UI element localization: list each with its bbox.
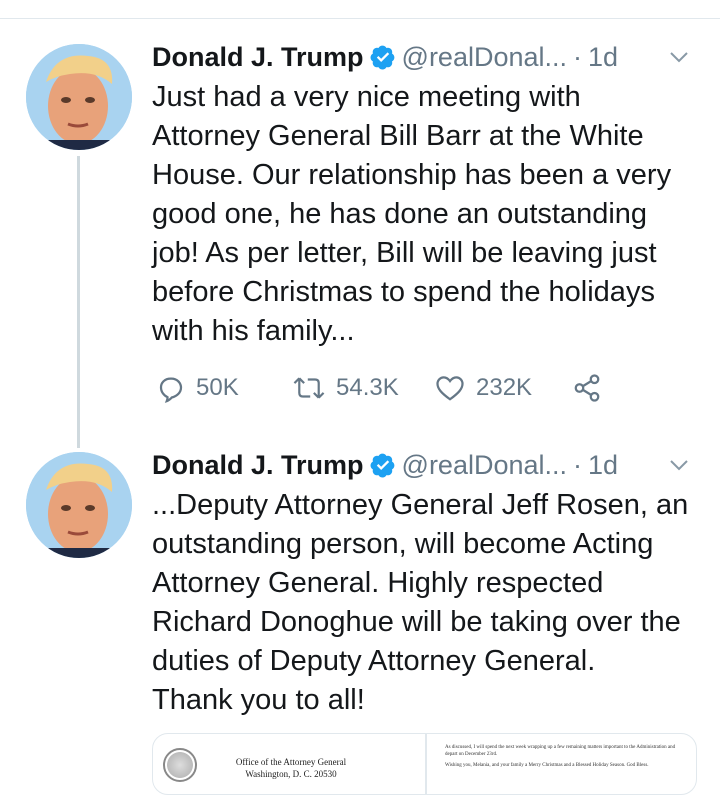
tweet-header: Donald J. Trump @realDonal... · 1d xyxy=(152,38,618,76)
reply-count: 50K xyxy=(196,374,239,401)
tweet-text: ...Deputy Attorney General Jeff Rosen, a… xyxy=(152,489,689,716)
tweet-timestamp[interactable]: 1d xyxy=(588,42,618,73)
like-count: 232K xyxy=(476,374,533,401)
letterhead: Office of the Attorney General Washingto… xyxy=(221,756,361,780)
retweet-icon xyxy=(293,377,325,399)
letter-paragraph-1: As discussed, I will spend the next week… xyxy=(445,745,676,757)
reply-icon xyxy=(159,377,183,403)
verified-badge-icon xyxy=(370,452,396,478)
letter-text: As discussed, I will spend the next week… xyxy=(445,744,685,769)
retweet-button[interactable]: 54.3K xyxy=(292,373,434,403)
letter-image-1[interactable]: Office of the Attorney General Washingto… xyxy=(153,734,425,794)
top-divider xyxy=(0,18,720,19)
chevron-down-icon[interactable] xyxy=(668,454,690,476)
retweet-count: 54.3K xyxy=(336,374,399,401)
letter-paragraph-2: Wishing you, Melania, and your family a … xyxy=(445,763,649,768)
letterhead-title: Office of the Attorney General xyxy=(235,757,347,767)
doj-seal-icon xyxy=(163,748,197,782)
verified-badge-icon xyxy=(370,44,396,70)
avatar[interactable] xyxy=(26,452,132,558)
avatar[interactable] xyxy=(26,44,132,150)
like-icon xyxy=(436,376,464,401)
tweet-media-card[interactable]: Office of the Attorney General Washingto… xyxy=(152,733,697,795)
share-button[interactable] xyxy=(572,373,602,403)
chevron-down-icon[interactable] xyxy=(668,46,690,68)
author-handle[interactable]: @realDonal... xyxy=(402,42,567,73)
thread-connector-line xyxy=(77,156,80,448)
like-button[interactable]: 232K xyxy=(434,373,572,403)
tweet-actions: 50K 54.3K 232K xyxy=(156,370,602,406)
reply-button[interactable]: 50K xyxy=(156,373,292,403)
author-name[interactable]: Donald J. Trump xyxy=(152,450,364,481)
avatar-image xyxy=(26,44,132,150)
tweet-timestamp[interactable]: 1d xyxy=(588,450,618,481)
tweet-header: Donald J. Trump @realDonal... · 1d xyxy=(152,446,618,484)
header-separator: · xyxy=(573,41,583,72)
share-icon xyxy=(574,374,600,402)
header-separator: · xyxy=(573,449,583,480)
letterhead-address: Washington, D. C. 20530 xyxy=(245,769,337,779)
tweet-text: Just had a very nice meeting with Attorn… xyxy=(152,81,672,347)
author-name[interactable]: Donald J. Trump xyxy=(152,42,364,73)
author-handle[interactable]: @realDonal... xyxy=(402,450,567,481)
avatar-image xyxy=(26,452,132,558)
